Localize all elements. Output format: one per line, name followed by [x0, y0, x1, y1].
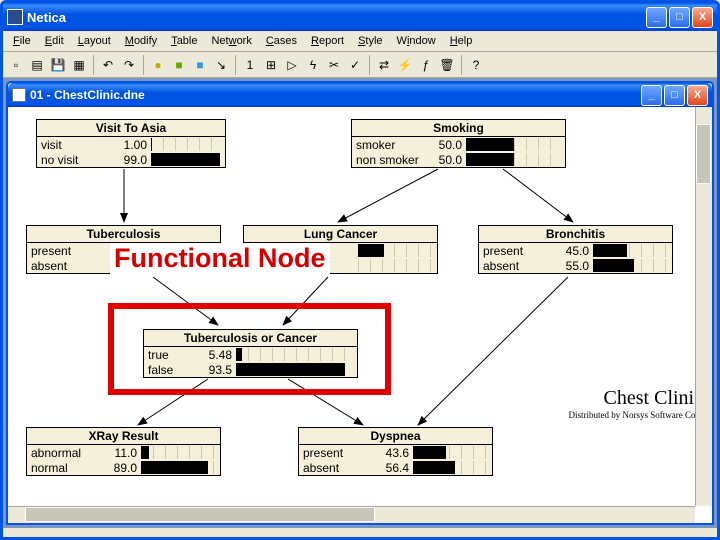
- app-title: Netica: [27, 10, 66, 25]
- tool-func-icon[interactable]: ƒ: [417, 56, 435, 74]
- node-dyspnea[interactable]: Dyspnea present43.6 absent56.4: [298, 427, 493, 476]
- menu-cases[interactable]: Cases: [260, 33, 303, 49]
- menu-table[interactable]: Table: [165, 33, 203, 49]
- doc-close-button[interactable]: X: [687, 85, 708, 106]
- tool-node-green-icon[interactable]: ■: [170, 56, 188, 74]
- doc-minimize-button[interactable]: _: [641, 85, 662, 106]
- tool-open-icon[interactable]: ▤: [28, 56, 46, 74]
- node-title: XRay Result: [27, 428, 220, 445]
- menu-style[interactable]: Style: [352, 33, 388, 49]
- node-title: Smoking: [352, 120, 565, 137]
- node-title: Bronchitis: [479, 226, 672, 243]
- menu-edit[interactable]: Edit: [39, 33, 70, 49]
- scrollbar-horizontal[interactable]: [8, 506, 695, 523]
- node-xray-result[interactable]: XRay Result abnormal11.0 normal89.0: [26, 427, 221, 476]
- menu-modify[interactable]: Modify: [119, 33, 163, 49]
- node-title: Tuberculosis: [27, 226, 220, 243]
- node-title: Visit To Asia: [37, 120, 225, 137]
- tool-run-icon[interactable]: ▷: [283, 56, 301, 74]
- menubar: File Edit Layout Modify Table Network Ca…: [3, 31, 717, 52]
- tool-help-icon[interactable]: ?: [467, 56, 485, 74]
- annotation-label: Functional Node: [110, 243, 330, 274]
- menu-file[interactable]: File: [7, 33, 37, 49]
- doc-maximize-button[interactable]: □: [664, 85, 685, 106]
- toolbar: ▫ ▤ 💾 ▦ ↶ ↷ ● ■ ■ ↘ 1 ⊞ ▷ ϟ ✂ ✓ ⇄ ⚡ ƒ 🗑 …: [3, 52, 717, 78]
- menu-help[interactable]: Help: [444, 33, 479, 49]
- menu-layout[interactable]: Layout: [72, 33, 117, 49]
- tool-lightning-icon[interactable]: ϟ: [304, 56, 322, 74]
- document-title: 01 - ChestClinic.dne: [30, 88, 145, 102]
- tool-flash-icon[interactable]: ⚡: [396, 56, 414, 74]
- tool-node-blue-icon[interactable]: ■: [191, 56, 209, 74]
- tool-trash-icon[interactable]: 🗑: [438, 56, 456, 74]
- workspace: 01 - ChestClinic.dne _ □ X: [3, 78, 717, 528]
- highlight-box: [108, 303, 391, 395]
- footer-text: Chest Clinic Distributed by Norsys Softw…: [538, 387, 703, 420]
- titlebar: Netica _ □ X: [3, 3, 717, 31]
- tool-cut-icon[interactable]: ✂: [325, 56, 343, 74]
- node-visit-asia[interactable]: Visit To Asia visit1.00 no visit99.0: [36, 119, 226, 168]
- menu-report[interactable]: Report: [305, 33, 350, 49]
- minimize-button[interactable]: _: [646, 7, 667, 28]
- node-bronchitis[interactable]: Bronchitis present45.0 absent55.0: [478, 225, 673, 274]
- node-smoking[interactable]: Smoking smoker50.0 non smoker50.0: [351, 119, 566, 168]
- maximize-button[interactable]: □: [669, 7, 690, 28]
- tool-check-icon[interactable]: ✓: [346, 56, 364, 74]
- tool-one-icon[interactable]: 1: [241, 56, 259, 74]
- footer-title: Chest Clinic: [538, 387, 703, 410]
- tool-new-icon[interactable]: ▫: [7, 56, 25, 74]
- node-title: Dyspnea: [299, 428, 492, 445]
- node-title: Lung Cancer: [244, 226, 437, 243]
- app-icon: [7, 9, 23, 25]
- document-window: 01 - ChestClinic.dne _ □ X: [6, 81, 714, 525]
- close-button[interactable]: X: [692, 7, 713, 28]
- network-canvas[interactable]: Visit To Asia visit1.00 no visit99.0 Smo…: [8, 107, 712, 523]
- tool-table-icon[interactable]: ⊞: [262, 56, 280, 74]
- tool-save-icon[interactable]: 💾: [49, 56, 67, 74]
- menu-network[interactable]: Network: [205, 33, 257, 49]
- tool-arrow-icon[interactable]: ↘: [212, 56, 230, 74]
- tool-swap-icon[interactable]: ⇄: [375, 56, 393, 74]
- document-icon: [12, 88, 26, 102]
- tool-redo-icon[interactable]: ↷: [120, 56, 138, 74]
- menu-window[interactable]: Window: [391, 33, 442, 49]
- scrollbar-vertical[interactable]: [695, 107, 712, 506]
- tool-print-icon[interactable]: ▦: [70, 56, 88, 74]
- tool-undo-icon[interactable]: ↶: [99, 56, 117, 74]
- footer-sub: Distributed by Norsys Software Corp: [538, 410, 703, 420]
- tool-node-yellow-icon[interactable]: ●: [149, 56, 167, 74]
